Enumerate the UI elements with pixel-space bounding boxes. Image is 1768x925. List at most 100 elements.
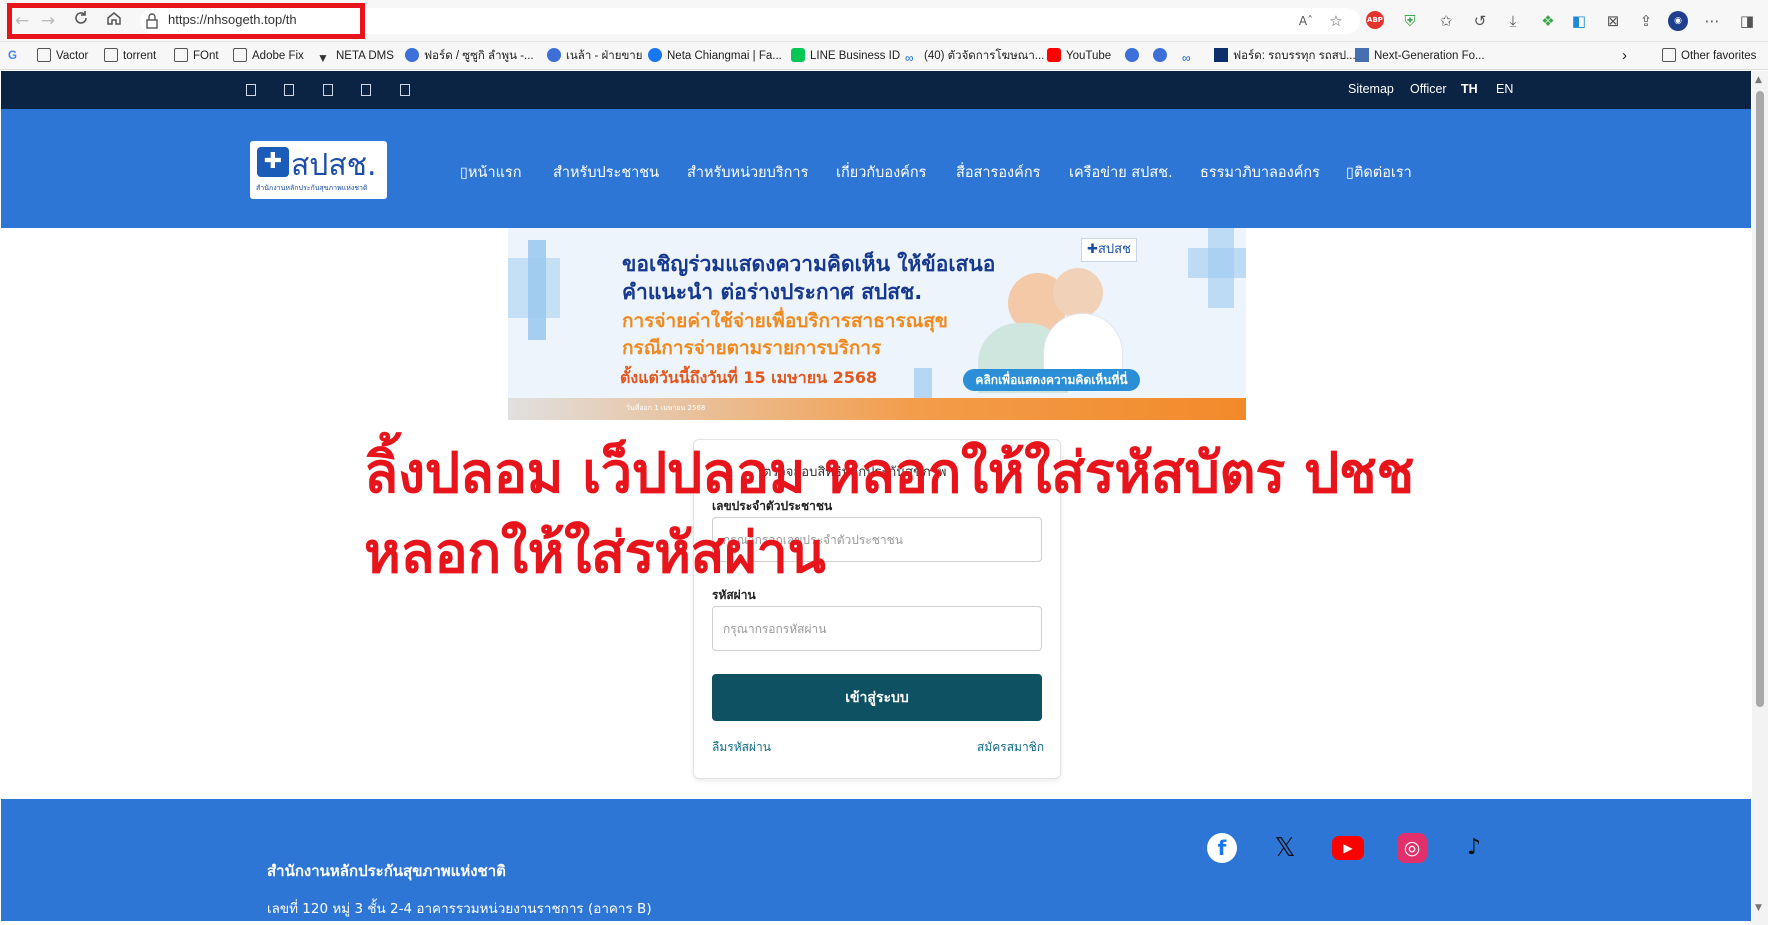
banner-footer-strip — [508, 398, 1246, 420]
password-label: รหัสผ่าน — [712, 588, 756, 602]
banner-comment-button[interactable]: คลิกเพื่อแสดงความคิดเห็นที่นี่ — [963, 369, 1140, 391]
history-icon[interactable]: ↺ — [1470, 11, 1490, 31]
banner-cross-shape — [528, 240, 546, 340]
folder-icon — [37, 48, 51, 62]
favorite-folder[interactable]: FOnt — [174, 46, 219, 66]
favorite-link[interactable]: ∞ — [1182, 46, 1201, 66]
meta-icon: ∞ — [1182, 51, 1191, 65]
login-button[interactable]: เข้าสู่ระบบ — [712, 674, 1042, 721]
menu-public[interactable]: สำหรับประชาชน — [553, 161, 659, 184]
site-topbar: Sitemap Officer TH EN — [1, 71, 1751, 109]
read-aloud-icon[interactable]: Aˆ — [1296, 11, 1316, 31]
meta-icon: ∞ — [905, 51, 914, 65]
favorite-link[interactable]: ▼ NETA DMS — [317, 46, 394, 66]
tiktok-icon[interactable]: ♪ — [1459, 833, 1489, 863]
share-icon[interactable]: ⇪ — [1636, 11, 1656, 31]
banner-illustration — [1053, 268, 1103, 318]
favorites-bar: G Vactor torrent FOnt Adobe Fix ▼ NETA DM… — [0, 42, 1768, 70]
favorites-more-chevron-icon[interactable]: › — [1622, 46, 1627, 66]
site-icon — [547, 48, 561, 62]
banner-date: ตั้งแต่วันนี้ถึงวันที่ 15 เมษายน 2568 — [620, 368, 878, 387]
favorite-link[interactable]: ฟอร์ด / ซูซูกิ ลำพูน -... — [405, 46, 534, 66]
favorite-link[interactable]: ฟอร์ด: รถบรรทุก รถสป... — [1214, 46, 1356, 66]
lang-th-link[interactable]: TH — [1461, 82, 1478, 96]
extensions-icon[interactable]: ❖ — [1538, 11, 1558, 31]
favorite-star-icon[interactable]: ☆ — [1326, 11, 1346, 31]
youtube-icon[interactable]: ▶ — [1332, 836, 1364, 860]
favorite-link[interactable] — [1153, 46, 1172, 66]
favorite-link[interactable]: YouTube — [1047, 46, 1111, 66]
menu-network[interactable]: เครือข่าย สปสช. — [1069, 161, 1173, 184]
topbar-social-icon[interactable] — [284, 84, 294, 96]
site-icon — [1125, 48, 1139, 62]
banner-headline-2: คำแนะนำ ต่อร่างประกาศ สปสช. — [622, 280, 923, 304]
favorite-link[interactable] — [1125, 46, 1144, 66]
adblock-icon[interactable]: ABP — [1366, 11, 1384, 29]
shield-icon[interactable]: ⛨ — [1400, 11, 1420, 31]
other-favorites-folder[interactable]: Other favorites — [1662, 46, 1756, 66]
banner-subhead-2: กรณีการจ่ายตามรายการบริการ — [622, 337, 882, 359]
edge-icon[interactable]: ◧ — [1569, 11, 1589, 31]
banner-footnote: วันที่ออก 1 เมษายน 2568 — [626, 404, 706, 412]
banner-logo: ✚สปสช — [1081, 238, 1137, 262]
menu-about[interactable]: เกี่ยวกับองค์กร — [836, 161, 926, 184]
favorite-link[interactable]: ∞ (40) ตัวจัดการโฆษณา... — [905, 46, 1044, 66]
logo-subtitle: สำนักงานหลักประกันสุขภาพแห่งชาติ — [256, 184, 368, 192]
footer-address: เลขที่ 120 หมู่ 3 ชั้น 2-4 อาคารรวมหน่วย… — [267, 901, 652, 917]
logo-text: สปสช. — [291, 148, 377, 183]
site-icon — [1355, 48, 1369, 62]
facebook-icon[interactable]: f — [1207, 833, 1237, 863]
forgot-password-link[interactable]: ลืมรหัสผ่าน — [712, 738, 771, 757]
page-scrollbar[interactable]: ▲ ▼ — [1752, 71, 1768, 925]
password-input[interactable] — [712, 606, 1042, 651]
sidebar-icon[interactable]: ◨ — [1737, 11, 1757, 31]
scrollbar-thumb[interactable] — [1756, 91, 1764, 707]
favorite-link[interactable]: LINE Business ID — [791, 46, 900, 66]
officer-link[interactable]: Officer — [1410, 82, 1447, 96]
menu-governance[interactable]: ธรรมาภิบาลองค์กร — [1200, 161, 1320, 184]
favorite-folder[interactable]: torrent — [104, 46, 156, 66]
menu-contact[interactable]: ▯ติดต่อเรา — [1346, 161, 1412, 184]
collections-icon[interactable]: ✩ — [1436, 11, 1456, 31]
banner-subhead-1: การจ่ายค่าใช้จ่ายเพื่อบริการสาธารณสุข — [622, 310, 948, 332]
folder-icon — [174, 48, 188, 62]
sitemap-link[interactable]: Sitemap — [1348, 82, 1394, 96]
nhso-logo[interactable]: ✚ สปสช. สำนักงานหลักประกันสุขภาพแห่งชาติ — [250, 141, 387, 199]
topbar-social-icon[interactable] — [246, 84, 256, 96]
menu-providers[interactable]: สำหรับหน่วยบริการ — [687, 161, 808, 184]
line-icon — [791, 48, 805, 62]
more-icon[interactable]: ⋯ — [1702, 11, 1722, 31]
favorite-link[interactable]: Neta Chiangmai | Fa... — [648, 46, 782, 66]
folder-icon — [233, 48, 247, 62]
site-icon — [1153, 48, 1167, 62]
topbar-social-icon[interactable] — [400, 84, 410, 96]
scroll-down-icon[interactable]: ▼ — [1755, 903, 1762, 913]
browser-toolbar: ← → https://nhsogeth.top/th Aˆ ☆ ABP ⛨ ✩… — [0, 0, 1768, 42]
ford-icon — [1214, 48, 1228, 62]
google-icon[interactable]: G — [8, 46, 17, 66]
favorite-link[interactable]: Next-Generation Fo... — [1355, 46, 1485, 66]
nhso-cross-icon: ✚ — [257, 147, 289, 177]
favorite-folder[interactable]: Adobe Fix — [233, 46, 304, 66]
favorite-link[interactable]: เนล้า - ฝ่ายขาย — [547, 46, 643, 66]
site-footer: สำนักงานหลักประกันสุขภาพแห่งชาติ เลขที่ … — [1, 799, 1751, 921]
scroll-up-icon[interactable]: ▲ — [1755, 75, 1762, 85]
folder-icon — [104, 48, 118, 62]
instagram-icon[interactable]: ◎ — [1397, 833, 1427, 863]
profile-icon[interactable]: ◉ — [1668, 11, 1688, 31]
favorite-folder[interactable]: Vactor — [37, 46, 88, 66]
youtube-icon — [1047, 48, 1061, 62]
lang-en-link[interactable]: EN — [1496, 82, 1513, 96]
topbar-social-icon[interactable] — [323, 84, 333, 96]
register-link[interactable]: สมัครสมาชิก — [977, 738, 1044, 757]
x-icon[interactable]: 𝕏 — [1270, 833, 1300, 863]
download-icon[interactable]: ⤓ — [1503, 11, 1523, 31]
site-icon — [405, 48, 419, 62]
scam-warning-line-1: ลิ้งปลอม เว็ปปลอม หลอกให้ใส่รหัสบัตร ปชช — [364, 441, 1414, 506]
announcement-banner[interactable]: ขอเชิญร่วมแสดงความคิดเห็น ให้ข้อเสนอ คำแ… — [508, 228, 1246, 420]
menu-home[interactable]: ▯หน้าแรก — [460, 161, 522, 184]
scam-warning-line-2: หลอกให้ใส่รหัสผ่าน — [364, 521, 826, 586]
menu-communications[interactable]: สื่อสารองค์กร — [956, 161, 1040, 184]
screenshot-icon[interactable]: ⊠ — [1603, 11, 1623, 31]
topbar-social-icon[interactable] — [361, 84, 371, 96]
